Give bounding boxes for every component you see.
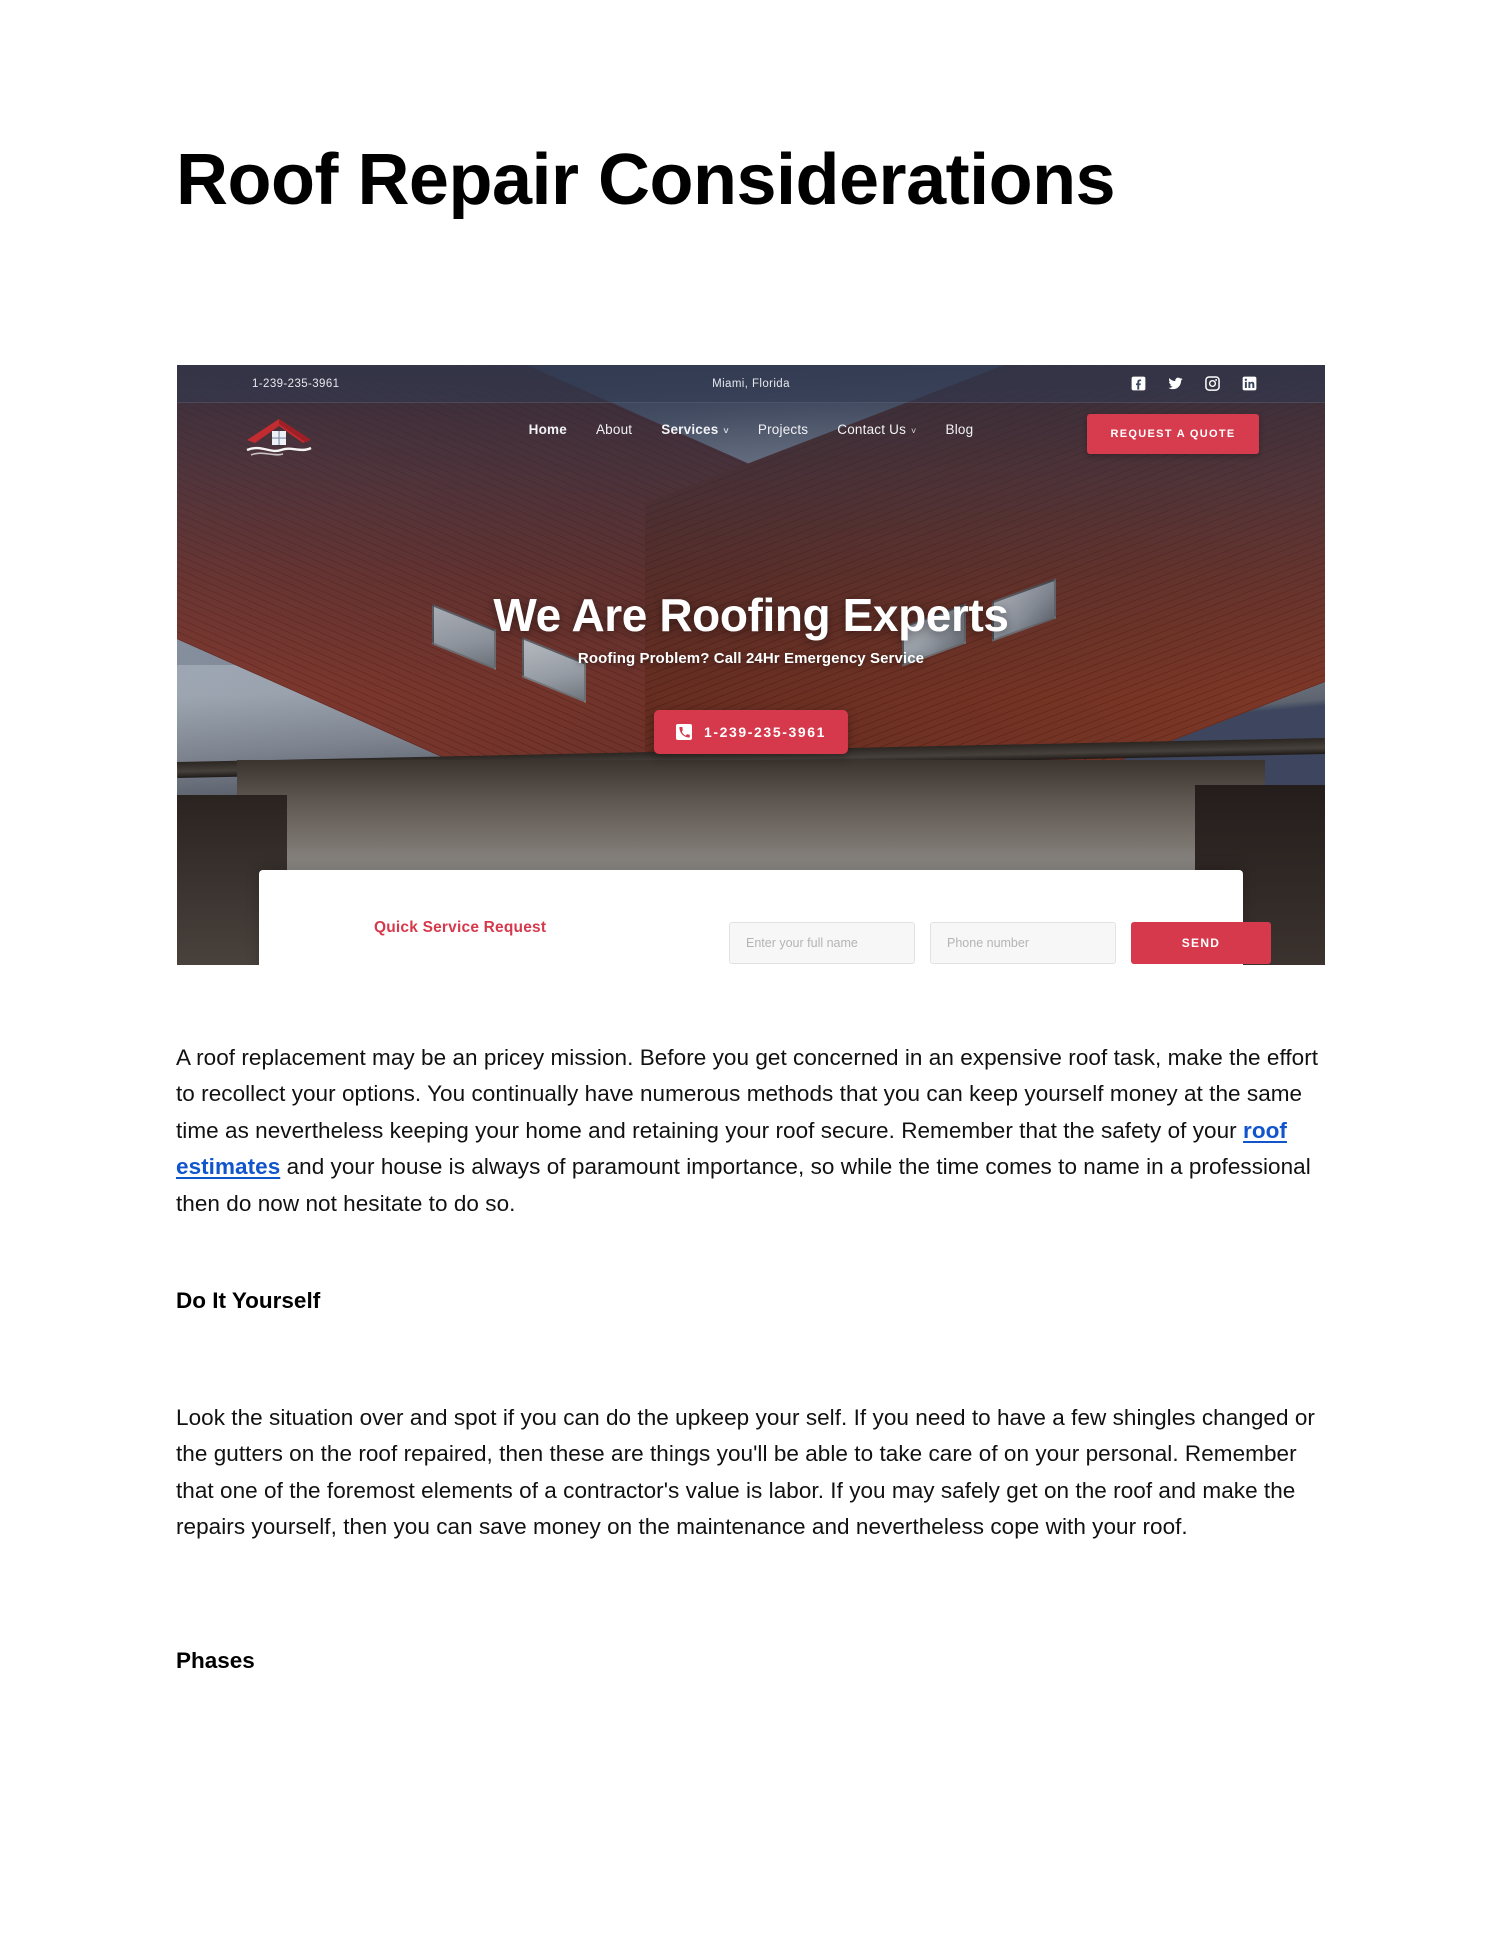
- topbar-location: Miami, Florida: [712, 377, 790, 390]
- chevron-down-icon: ˅: [911, 426, 917, 436]
- article-paragraph-2: Look the situation over and spot if you …: [176, 1405, 1315, 1540]
- chevron-down-icon: ˅: [723, 426, 729, 436]
- twitter-icon[interactable]: [1168, 376, 1183, 391]
- nav-item-home[interactable]: Home: [529, 422, 567, 437]
- article-paragraph-1: A roof replacement may be an pricey miss…: [176, 1040, 1326, 1222]
- nav-item-about[interactable]: About: [596, 422, 632, 437]
- facebook-icon[interactable]: [1131, 376, 1146, 391]
- page-title: Roof Repair Considerations: [176, 140, 1116, 220]
- website-screenshot-image: 1-239-235-3961 Miami, Florida Home About…: [177, 365, 1325, 965]
- paragraph-1-text-b: and your house is always of paramount im…: [176, 1154, 1311, 1216]
- main-navigation: Home About Services ˅ Projects Contact Us…: [529, 422, 974, 437]
- nav-label: About: [595, 422, 633, 437]
- topbar-phone[interactable]: 1-239-235-3961: [252, 378, 339, 390]
- quick-service-request-title: Quick Service Request: [374, 919, 547, 936]
- full-name-input[interactable]: Enter your full name: [729, 922, 915, 964]
- nav-item-projects[interactable]: Projects: [758, 422, 808, 437]
- nav-label: Services: [661, 422, 719, 437]
- heading-phases: Phases: [176, 1648, 255, 1673]
- nav-label: Blog: [945, 422, 974, 437]
- quick-service-request-card: Quick Service Request Enter your full na…: [259, 870, 1271, 965]
- document-page: Roof Repair Considerations 1-239-235-396…: [0, 0, 1500, 1942]
- hero-phone-number: 1-239-235-3961: [703, 724, 827, 740]
- hero-heading: We Are Roofing Experts: [493, 589, 1009, 641]
- heading-do-it-yourself: Do It Yourself: [176, 1288, 321, 1313]
- site-navbar: Home About Services ˅ Projects Contact Us…: [177, 403, 1325, 465]
- nav-item-contact-us[interactable]: Contact Us ˅: [837, 422, 916, 437]
- phone-icon: [675, 724, 692, 740]
- paragraph-1-text-a: A roof replacement may be an pricey miss…: [176, 1045, 1319, 1143]
- hero-subheading: Roofing Problem? Call 24Hr Emergency Ser…: [577, 650, 925, 667]
- nav-item-services[interactable]: Services ˅: [661, 422, 729, 437]
- send-button[interactable]: SEND: [1131, 922, 1271, 964]
- request-a-quote-button[interactable]: REQUEST A QUOTE: [1087, 414, 1259, 454]
- nav-label: Home: [528, 422, 567, 437]
- hero-phone-button[interactable]: 1-239-235-3961: [653, 710, 849, 754]
- nav-label: Projects: [757, 422, 809, 437]
- nav-label: Contact Us: [837, 422, 907, 437]
- social-links: [1131, 376, 1257, 391]
- linkedin-icon[interactable]: [1242, 376, 1257, 391]
- phone-number-input[interactable]: Phone number: [930, 922, 1116, 964]
- instagram-icon[interactable]: [1205, 376, 1220, 391]
- site-topbar: 1-239-235-3961 Miami, Florida: [177, 365, 1325, 403]
- roof-house-logo[interactable]: [243, 413, 315, 459]
- nav-item-blog[interactable]: Blog: [946, 422, 974, 437]
